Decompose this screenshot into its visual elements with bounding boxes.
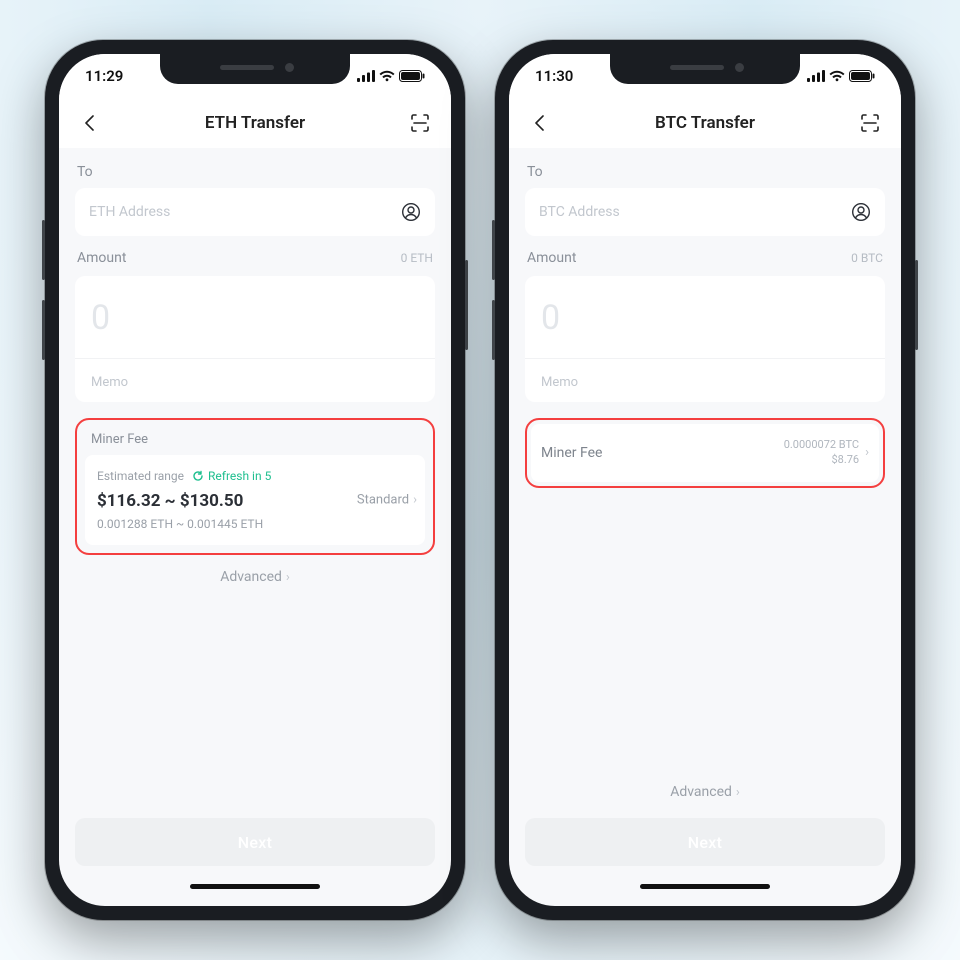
advanced-label: Advanced <box>670 784 732 800</box>
back-button[interactable] <box>527 110 553 136</box>
screen-btc: 11:30 BTC Transfer <box>509 54 901 906</box>
back-button[interactable] <box>77 110 103 136</box>
cellular-signal-icon <box>357 70 375 82</box>
next-button-label: Next <box>238 833 273 852</box>
balance-label: 0 ETH <box>401 251 433 265</box>
user-circle-icon <box>401 202 421 222</box>
amount-label-row: Amount 0 BTC <box>527 250 883 266</box>
fee-usd: $8.76 <box>831 453 859 468</box>
page-title: BTC Transfer <box>655 113 755 133</box>
amount-input[interactable]: 0 <box>525 276 885 358</box>
miner-fee-highlight: Miner Fee Estimated range Refresh in 5 $… <box>75 418 435 555</box>
miner-fee-value: 0.0000072 BTC $8.76 › <box>784 438 869 468</box>
next-button[interactable]: Next <box>75 818 435 866</box>
refresh-text: Refresh in 5 <box>208 469 271 483</box>
memo-input[interactable]: Memo <box>525 358 885 402</box>
screen-eth: 11:29 ETH Transfer <box>59 54 451 906</box>
scan-button[interactable] <box>407 110 433 136</box>
nav-bar: ETH Transfer <box>59 98 451 148</box>
chevron-right-icon: › <box>736 785 740 800</box>
miner-fee-highlight: Miner Fee 0.0000072 BTC $8.76 › <box>525 418 885 488</box>
advanced-label: Advanced <box>220 569 282 585</box>
advanced-toggle[interactable]: Advanced › <box>75 569 435 585</box>
scan-icon <box>860 113 880 133</box>
miner-fee-label: Miner Fee <box>541 445 602 461</box>
fee-btc: 0.0000072 BTC <box>784 438 859 453</box>
device-notch <box>610 54 800 84</box>
to-label: To <box>527 164 543 180</box>
amount-label: Amount <box>527 250 576 266</box>
miner-fee-header: Miner Fee <box>85 428 425 455</box>
nav-bar: BTC Transfer <box>509 98 901 148</box>
amount-input[interactable]: 0 <box>75 276 435 358</box>
to-label-row: To <box>527 164 883 180</box>
amount-placeholder: 0 <box>541 298 869 338</box>
miner-fee-row[interactable]: Miner Fee 0.0000072 BTC $8.76 › <box>531 424 879 482</box>
address-input[interactable]: ETH Address <box>75 188 435 236</box>
status-indicators <box>807 70 875 82</box>
cellular-signal-icon <box>807 70 825 82</box>
balance-label: 0 BTC <box>851 251 883 265</box>
phone-mockup-eth: 11:29 ETH Transfer <box>45 40 465 920</box>
advanced-toggle[interactable]: Advanced › <box>525 784 885 800</box>
next-button-label: Next <box>688 833 723 852</box>
refresh-icon <box>192 470 204 482</box>
battery-icon <box>399 70 425 82</box>
address-input[interactable]: BTC Address <box>525 188 885 236</box>
home-indicator <box>509 884 901 906</box>
scan-button[interactable] <box>857 110 883 136</box>
address-placeholder: ETH Address <box>89 204 170 220</box>
phone-mockup-btc: 11:30 BTC Transfer <box>495 40 915 920</box>
battery-icon <box>849 70 875 82</box>
memo-placeholder: Memo <box>91 375 128 390</box>
fee-mode-label: Standard <box>357 493 409 508</box>
memo-placeholder: Memo <box>541 375 578 390</box>
estimated-range-row: Estimated range Refresh in 5 <box>97 469 413 483</box>
content-area: To BTC Address Amount 0 BTC 0 Memo Miner <box>509 148 901 884</box>
contacts-button[interactable] <box>851 202 871 222</box>
scan-icon <box>410 113 430 133</box>
contacts-button[interactable] <box>401 202 421 222</box>
to-label-row: To <box>77 164 433 180</box>
page-title: ETH Transfer <box>205 113 305 133</box>
wifi-icon <box>379 70 395 82</box>
chevron-left-icon <box>533 114 547 132</box>
status-indicators <box>357 70 425 82</box>
miner-fee-card[interactable]: Estimated range Refresh in 5 $116.32 ~ $… <box>85 455 425 545</box>
refresh-countdown: Refresh in 5 <box>192 469 271 483</box>
status-time: 11:29 <box>85 67 123 85</box>
device-notch <box>160 54 350 84</box>
content-area: To ETH Address Amount 0 ETH 0 Memo Miner… <box>59 148 451 884</box>
status-time: 11:30 <box>535 67 573 85</box>
fee-eth-range: 0.001288 ETH ~ 0.001445 ETH <box>97 517 413 531</box>
estimated-range-label: Estimated range <box>97 469 184 483</box>
chevron-right-icon: › <box>286 570 290 585</box>
to-label: To <box>77 164 93 180</box>
chevron-right-icon: › <box>413 493 417 508</box>
wifi-icon <box>829 70 845 82</box>
address-placeholder: BTC Address <box>539 204 620 220</box>
amount-label-row: Amount 0 ETH <box>77 250 433 266</box>
chevron-left-icon <box>83 114 97 132</box>
user-circle-icon <box>851 202 871 222</box>
fee-mode-selector[interactable]: Standard › <box>357 493 417 508</box>
amount-placeholder: 0 <box>91 298 419 338</box>
amount-label: Amount <box>77 250 126 266</box>
home-indicator <box>59 884 451 906</box>
chevron-right-icon: › <box>865 444 869 462</box>
next-button[interactable]: Next <box>525 818 885 866</box>
memo-input[interactable]: Memo <box>75 358 435 402</box>
